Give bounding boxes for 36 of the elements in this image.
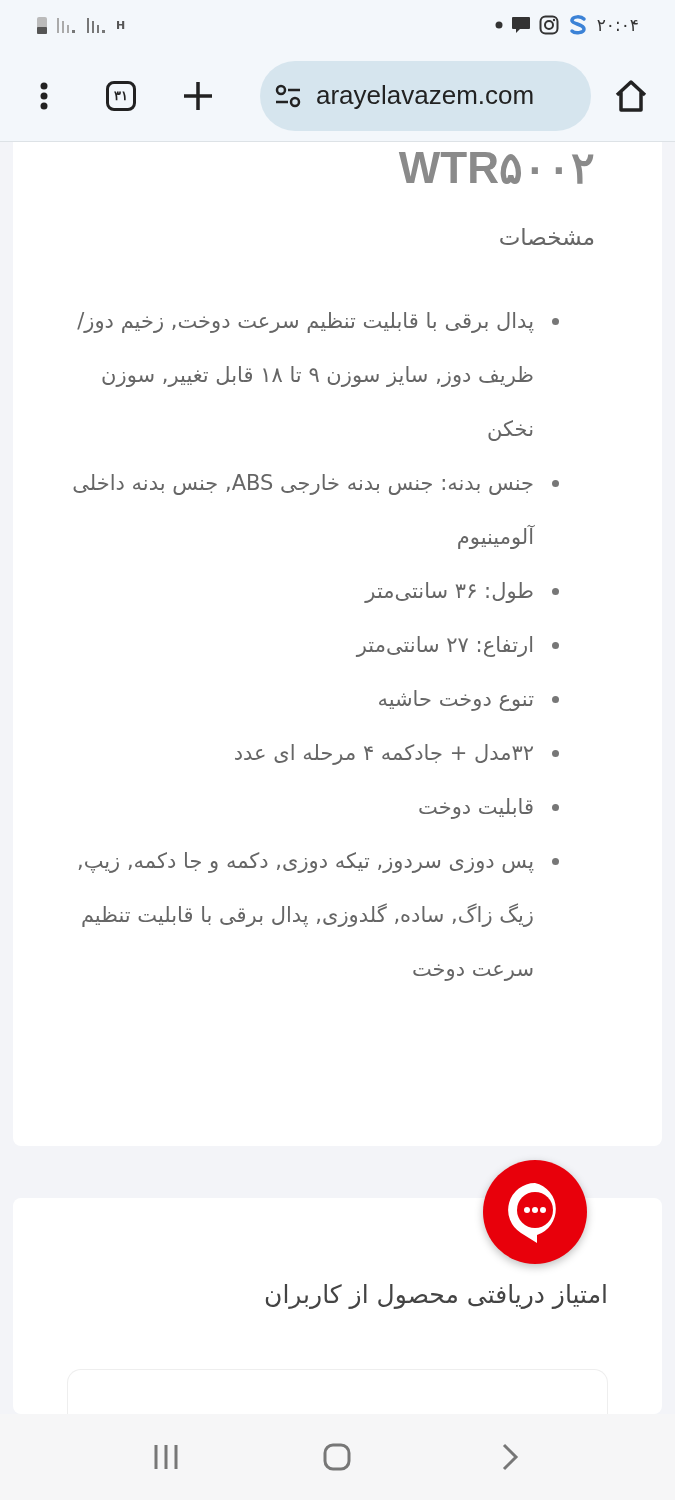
signal-icon — [56, 16, 78, 34]
dot-icon — [494, 21, 503, 29]
chat-button[interactable] — [483, 1160, 587, 1264]
bullet-icon — [552, 318, 559, 325]
bullet-icon — [552, 480, 559, 487]
signal-icon — [86, 16, 108, 34]
square-icon — [322, 1442, 353, 1472]
spec-item: قابلیت دوخت — [418, 794, 535, 821]
battery-icon — [36, 15, 48, 35]
bullet-icon — [552, 858, 559, 865]
bullet-icon — [552, 804, 559, 811]
site-settings-icon[interactable] — [274, 83, 302, 108]
address-bar[interactable]: arayelavazem.com — [260, 60, 591, 131]
spec-item: جنس بدنه: جنس بدنه خارجی ABS, جنس بدنه داخلی آلومینیوم — [71, 470, 536, 551]
section-title: مشخصات — [497, 224, 595, 250]
spec-item: تنوع دوخت حاشیه — [377, 686, 535, 713]
message-icon — [510, 16, 531, 34]
tab-switcher-button[interactable]: ۳۱ — [106, 80, 136, 111]
home-icon — [613, 77, 649, 114]
spec-item: ۳۲مدل + جادکمه ۴ مرحله ای عدد — [233, 740, 535, 767]
spec-item: ارتفاع: ۲۷ سانتی‌متر — [356, 632, 535, 659]
network-type: H — [116, 18, 126, 32]
reviews-title: امتیاز دریافتی محصول از کاربران — [263, 1280, 608, 1309]
bullet-icon — [552, 750, 559, 757]
spec-item: طول: ۳۶ سانتی‌متر — [365, 578, 535, 605]
bullet-icon — [552, 642, 559, 649]
url-text: arayelavazem.com — [316, 80, 535, 111]
clock: ۲۰:۰۴ — [596, 15, 639, 35]
spec-item: پس دوزی سردوز, تیکه دوزی, دکمه و جا دکمه, زیپ, زیگ زاگ, ساده, گلدوزی, پدال برقی با قابلیت تنظیم سرعت دوخت — [75, 848, 535, 983]
product-model: WTR۵۰۰۲ — [397, 142, 595, 190]
more-icon — [39, 80, 49, 111]
spec-item: پدال برقی با قابلیت تنظیم سرعت دوخت, زخیم دوز/ظریف دوز, سایز سوزن ۹ تا ۱۸ قابل تغییر, سوزن نخکن — [76, 308, 535, 443]
camera-icon — [538, 15, 559, 35]
bullet-icon — [552, 696, 559, 703]
plus-icon — [182, 79, 214, 112]
bullet-icon — [552, 588, 559, 595]
